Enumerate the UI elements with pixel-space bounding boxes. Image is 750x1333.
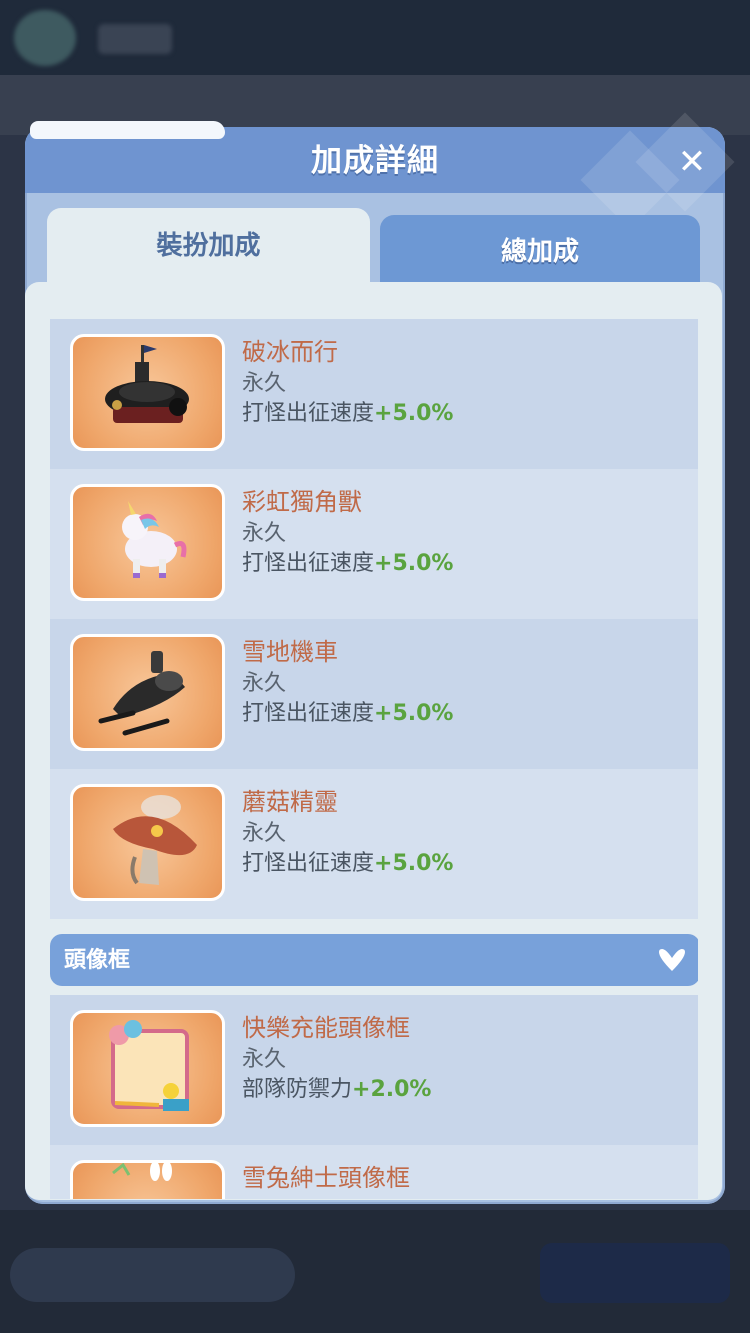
snow-cap-decoration — [30, 121, 225, 139]
item-duration: 永久 — [242, 1047, 287, 1072]
background-resource-pill — [10, 1248, 295, 1302]
tab-outfit-bonus[interactable]: 裝扮加成 — [47, 208, 370, 288]
item-bonus: 打怪出征速度+5.0% — [242, 545, 453, 577]
item-duration: 永久 — [242, 821, 287, 846]
mushroom-spirit-icon — [70, 784, 225, 901]
bonus-label: 部隊防禦力 — [242, 1077, 353, 1102]
item-bonus: 打怪出征速度+5.0% — [242, 695, 453, 727]
bonus-label: 打怪出征速度 — [242, 551, 375, 576]
background-name — [98, 24, 172, 54]
item-duration: 永久 — [242, 371, 287, 396]
list-item: 蘑菇精靈 永久 打怪出征速度+5.0% — [50, 769, 698, 919]
item-duration: 永久 — [242, 671, 287, 696]
background-button — [540, 1243, 730, 1303]
bonus-value: +5.0% — [374, 551, 454, 576]
bonus-value: +5.0% — [374, 701, 454, 726]
item-bonus: 部隊防禦力+2.0% — [242, 1071, 431, 1103]
tab-total-bonus[interactable]: 總加成 — [380, 215, 700, 285]
happy-charge-frame-icon — [70, 1010, 225, 1127]
item-name: 快樂充能頭像框 — [242, 1014, 410, 1042]
snowmobile-icon — [70, 634, 225, 751]
close-icon[interactable]: ✕ — [673, 143, 711, 181]
item-name: 彩虹獨角獸 — [242, 488, 362, 516]
bonus-label: 打怪出征速度 — [242, 701, 375, 726]
snow-rabbit-frame-icon — [70, 1160, 225, 1199]
item-duration: 永久 — [242, 521, 287, 546]
icebreaker-ship-icon — [70, 334, 225, 451]
list-item: 彩虹獨角獸 永久 打怪出征速度+5.0% — [50, 469, 698, 619]
bonus-value: +5.0% — [374, 401, 454, 426]
bonus-label: 打怪出征速度 — [242, 401, 375, 426]
bonus-list-panel: 破冰而行 永久 打怪出征速度+5.0% 彩虹獨角獸 永久 打怪出征速度+5.0%… — [25, 282, 722, 1200]
item-bonus: 打怪出征速度+5.0% — [242, 845, 453, 877]
bonus-label: 打怪出征速度 — [242, 851, 375, 876]
item-name: 雪兔紳士頭像框 — [242, 1164, 410, 1192]
avatar-frame-section-header[interactable]: 頭像框 — [50, 934, 698, 986]
bonus-detail-modal: 加成詳細 ✕ 裝扮加成 總加成 破冰而行 永久 打怪出征速度+5.0% 彩虹獨角… — [25, 112, 735, 1204]
bonus-value: +5.0% — [374, 851, 454, 876]
chevron-down-icon — [659, 949, 685, 971]
section-label: 頭像框 — [64, 948, 131, 973]
bonus-value: +2.0% — [352, 1077, 432, 1102]
list-item: 快樂充能頭像框 永久 部隊防禦力+2.0% — [50, 995, 698, 1145]
item-bonus: 打怪出征速度+5.0% — [242, 395, 453, 427]
list-item: 雪兔紳士頭像框 — [50, 1145, 698, 1199]
list-item: 雪地機車 永久 打怪出征速度+5.0% — [50, 619, 698, 769]
rainbow-unicorn-icon — [70, 484, 225, 601]
background-avatar — [14, 10, 76, 66]
item-name: 蘑菇精靈 — [242, 788, 338, 816]
item-name: 雪地機車 — [242, 638, 338, 666]
list-item: 破冰而行 永久 打怪出征速度+5.0% — [50, 319, 698, 469]
item-name: 破冰而行 — [242, 338, 338, 366]
bonus-list[interactable]: 破冰而行 永久 打怪出征速度+5.0% 彩虹獨角獸 永久 打怪出征速度+5.0%… — [50, 309, 698, 1199]
